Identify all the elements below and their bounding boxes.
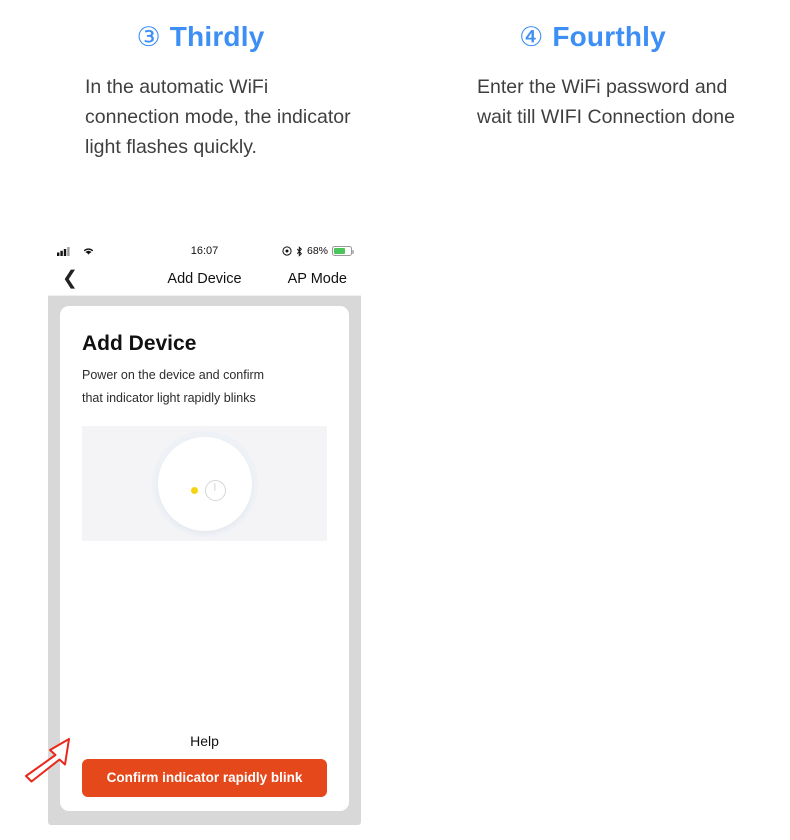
step-title: Fourthly	[552, 21, 666, 52]
step-four-description: Enter the WiFi password and wait till WI…	[477, 76, 735, 129]
step-three-heading: ③ Thirdly	[0, 14, 395, 60]
step-three-description: In the automatic WiFi connection mode, t…	[85, 76, 351, 159]
device-illustration	[82, 426, 327, 542]
cellular-bars-icon	[57, 247, 70, 256]
battery-icon	[332, 246, 354, 256]
help-link[interactable]: Help	[82, 733, 327, 749]
device-ring	[151, 430, 258, 537]
ap-mode-button[interactable]: AP Mode	[288, 271, 347, 287]
red-arrow-left-icon	[25, 738, 70, 783]
page-title: Add Device	[82, 332, 197, 355]
tutorial-page: ③ Thirdly In the automatic WiFi connecti…	[0, 0, 790, 840]
nav-bar-left: ❮ Add Device AP Mode	[48, 262, 361, 296]
battery-percent: 68%	[306, 245, 328, 257]
step-number-icon: ④	[519, 21, 544, 53]
status-bar-left: 16:07 68%	[48, 240, 361, 262]
alarm-icon	[282, 246, 292, 256]
step-four-column: ④ Fourthly Enter the WiFi password and w…	[395, 0, 790, 840]
device-body	[157, 436, 252, 531]
step-number-icon: ③	[136, 21, 161, 53]
step-title: Thirdly	[169, 21, 265, 52]
screen-body-left: Add Device Power on the device and confi…	[48, 296, 361, 825]
power-icon	[204, 479, 226, 501]
page-subtitle: Power on the device and confirm that ind…	[82, 364, 327, 410]
confirm-indicator-button[interactable]: Confirm indicator rapidly blink	[82, 759, 327, 797]
wifi-icon	[83, 248, 94, 255]
indicator-led-icon	[190, 486, 198, 494]
add-device-card: Add Device Power on the device and confi…	[60, 306, 349, 811]
step-four-heading: ④ Fourthly	[395, 14, 790, 60]
bluetooth-icon	[296, 245, 302, 257]
step-three-column: ③ Thirdly In the automatic WiFi connecti…	[0, 0, 395, 840]
subtitle-line-1: Power on the device and confirm	[82, 368, 265, 382]
phone-mockup-left: 16:07 68% ❮ Add Device AP Mode Add Devic…	[48, 240, 361, 825]
subtitle-line-2: that indicator light rapidly blinks	[82, 391, 256, 406]
